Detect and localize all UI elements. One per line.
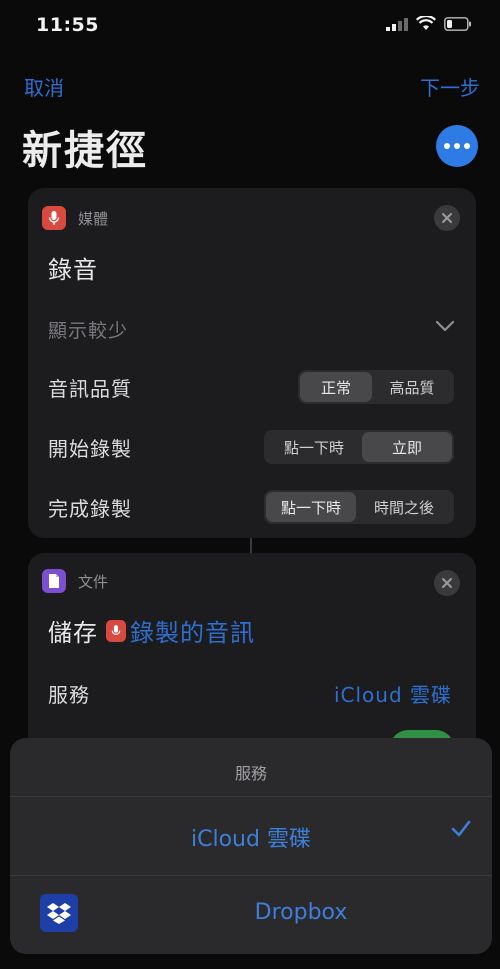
start-recording-segmented: 點一下時 立即 [264, 430, 454, 464]
action-title-row: 儲存 錄製的音訊 [48, 613, 255, 648]
record-audio-card: 媒體 錄音 顯示較少 音訊品質 正常 高品質 開始錄製 點一下時 立即 完成錄製… [28, 188, 476, 538]
sheet-title: 服務 [234, 764, 267, 783]
action-title: 錄音 [48, 256, 98, 284]
finish-recording-label: 完成錄製 [48, 497, 132, 521]
option-dropbox-label: Dropbox [254, 900, 348, 925]
finish-recording-on-tap[interactable]: 點一下時 [266, 492, 356, 522]
remove-action-button[interactable] [434, 570, 460, 596]
option-icloud[interactable]: iCloud 雲碟 [10, 797, 492, 875]
option-dropbox[interactable]: Dropbox [10, 876, 492, 954]
audio-quality-segmented: 正常 高品質 [298, 370, 454, 404]
close-icon [442, 213, 452, 223]
finish-recording-segmented: 點一下時 時間之後 [264, 490, 454, 524]
status-icons [386, 14, 472, 35]
service-label: 服務 [48, 683, 90, 707]
show-less-toggle[interactable]: 顯示較少 [48, 316, 128, 343]
audio-quality-high[interactable]: 高品質 [372, 372, 452, 402]
close-icon [442, 578, 452, 588]
finish-recording-after-time[interactable]: 時間之後 [356, 492, 452, 522]
chevron-down-icon[interactable] [434, 318, 456, 337]
next-button[interactable]: 下一步 [420, 72, 480, 101]
action-title: 儲存 [48, 619, 98, 647]
audio-quality-label: 音訊品質 [48, 377, 132, 401]
save-file-card: 文件 儲存 錄製的音訊 服務 iCloud 雲碟 [28, 553, 476, 753]
microphone-icon [42, 206, 66, 230]
cancel-button[interactable]: 取消 [24, 72, 64, 101]
connector-line [250, 538, 252, 553]
wifi-icon [416, 14, 436, 35]
page-title: 新捷徑 [22, 128, 148, 174]
start-recording-on-tap[interactable]: 點一下時 [266, 432, 362, 462]
variable-name: 錄製的音訊 [130, 619, 255, 647]
start-recording-label: 開始錄製 [48, 437, 132, 461]
more-button[interactable] [436, 125, 478, 167]
start-recording-immediately[interactable]: 立即 [362, 432, 452, 462]
category-label: 媒體 [78, 210, 109, 228]
checkmark-icon [450, 819, 472, 843]
audio-quality-normal[interactable]: 正常 [300, 372, 372, 402]
service-picker-sheet: 服務 iCloud 雲碟 Dropbox [10, 738, 492, 954]
option-icloud-label: iCloud 雲碟 [191, 827, 311, 852]
remove-action-button[interactable] [434, 205, 460, 231]
variable-token[interactable]: 錄製的音訊 [106, 613, 255, 648]
category-label: 文件 [78, 573, 109, 591]
more-icon [444, 143, 450, 149]
battery-icon [444, 16, 472, 35]
status-time: 11:55 [36, 14, 99, 36]
signal-icon [386, 16, 408, 35]
service-value[interactable]: iCloud 雲碟 [334, 679, 452, 708]
microphone-icon [106, 619, 126, 642]
document-icon [42, 569, 66, 593]
